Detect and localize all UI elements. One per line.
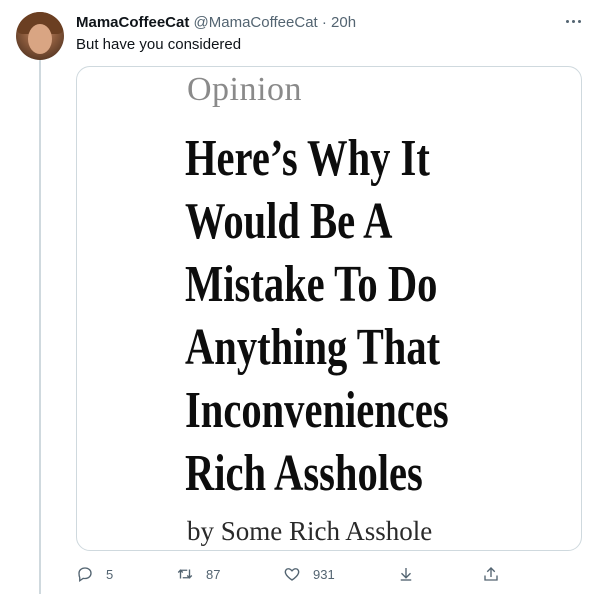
avatar[interactable]	[16, 12, 64, 60]
author-name[interactable]: MamaCoffeeCat	[76, 14, 189, 31]
headline-line: Here’s Why It	[185, 130, 430, 187]
tweet-media-image[interactable]: Opinion Here’s Why It Would Be A Mistake…	[76, 66, 582, 551]
headline-line: Anything That	[185, 319, 441, 376]
retweet-icon	[177, 569, 193, 579]
retweet-count: 87	[206, 566, 221, 582]
share-button[interactable]	[482, 562, 500, 586]
avatar-face	[28, 24, 52, 54]
reply-count: 5	[106, 566, 114, 582]
thread-line	[39, 60, 41, 594]
download-arrow-icon	[400, 568, 412, 581]
tweet-text: But have you considered	[76, 36, 242, 53]
separator-dot: ·	[321, 14, 327, 31]
download-button[interactable]	[397, 562, 415, 586]
section-label: Opinion	[187, 71, 302, 108]
headline-line: Rich Assholes	[185, 445, 423, 502]
author-handle[interactable]: @MamaCoffeeCat	[194, 14, 318, 31]
reply-icon	[78, 567, 92, 583]
heart-icon	[284, 568, 300, 581]
like-button[interactable]: 931	[283, 562, 335, 586]
more-icon[interactable]	[562, 10, 584, 32]
action-bar: 5 87 931	[76, 562, 580, 586]
byline: by Some Rich Asshole	[187, 516, 433, 546]
retweet-button[interactable]: 87	[176, 562, 220, 586]
like-count: 931	[313, 566, 335, 582]
headline-line: Inconveniences	[185, 382, 449, 439]
headline-line: Would Be A	[185, 193, 393, 250]
tweet-header: MamaCoffeeCat @MamaCoffeeCat · 20h	[76, 13, 356, 33]
reply-button[interactable]: 5	[76, 562, 113, 586]
headline: Here’s Why It Would Be A Mistake To Do A…	[185, 127, 481, 505]
headline-line: Mistake To Do	[185, 256, 438, 313]
tweet-time[interactable]: 20h	[331, 14, 356, 31]
share-icon	[484, 567, 498, 581]
